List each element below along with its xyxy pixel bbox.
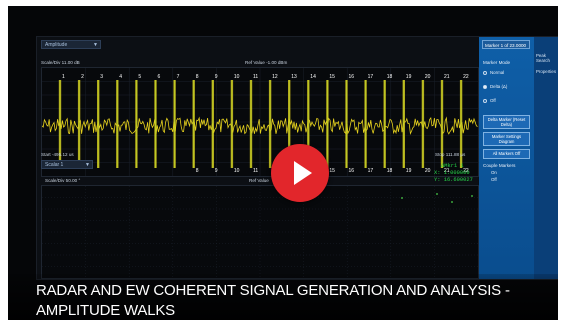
marker-number: 12 <box>272 74 278 80</box>
stop-label: Stop 111.88 µs <box>435 152 466 157</box>
pulse <box>345 80 348 168</box>
pulse <box>154 80 157 168</box>
pulse <box>364 80 367 168</box>
marker-number: 1 <box>62 74 65 80</box>
scalar-point <box>451 201 453 203</box>
scalar-plot[interactable] <box>41 185 479 279</box>
chevron-down-icon: ▼ <box>93 42 98 48</box>
radio-delta-label: Delta (Δ) <box>490 84 508 89</box>
pulse <box>402 80 405 168</box>
lower-marker-number: 15 <box>329 168 335 174</box>
play-icon <box>294 161 312 185</box>
bottom-ref-label: Ref Value <box>249 178 269 183</box>
scalar-value: Scalar 1 <box>45 162 64 168</box>
scalar-dropdown[interactable]: Scalar 1 ▼ <box>41 160 93 169</box>
radio-off-label: Off <box>490 98 496 103</box>
amplitude-plot[interactable]: 1234567891011121314151617181920212223891… <box>41 67 479 177</box>
radio-delta[interactable] <box>483 85 487 89</box>
lower-marker-number: 18 <box>387 168 393 174</box>
pulse <box>135 80 138 168</box>
top-ref-label: Ref Value -1.00 dBm <box>245 60 288 65</box>
marker-number: 7 <box>177 74 180 80</box>
video-caption: RADAR AND EW COHERENT SIGNAL GENERATION … <box>36 282 510 319</box>
marker-number: 21 <box>444 74 450 80</box>
lower-marker-number: 10 <box>234 168 240 174</box>
couple-markers-label: Couple Markers <box>483 163 516 168</box>
pulse <box>211 80 214 168</box>
all-markers-off-button[interactable]: All Markers Off <box>483 149 530 159</box>
marker-number: 18 <box>387 74 393 80</box>
marker-number: 2 <box>81 74 84 80</box>
marker-mode-label: Marker Mode <box>483 60 511 65</box>
marker-number: 11 <box>253 74 258 80</box>
couple-on-label[interactable]: On <box>491 170 497 175</box>
lower-marker-number: 16 <box>349 168 355 174</box>
marker-number: 8 <box>196 74 199 80</box>
delta-marker-button[interactable]: Delta Marker (Reset Delta) <box>483 115 530 129</box>
start-label: Start -495.12 us <box>41 152 74 157</box>
side-menu-column: Peak Search Properties <box>534 37 558 279</box>
lower-marker-number: 19 <box>406 168 412 174</box>
trace-type-dropdown[interactable]: Amplitude ▼ <box>41 40 101 49</box>
lower-marker-number: 9 <box>215 168 218 174</box>
bottom-scale-label: Scale/Div 50.00 ° <box>45 178 81 183</box>
marker-number: 19 <box>406 74 412 80</box>
marker-number: 3 <box>100 74 103 80</box>
video-frame[interactable]: Amplitude ▼ Scale/Div 11.00 dB Ref Value… <box>8 6 558 320</box>
marker-number: 13 <box>291 74 297 80</box>
pulse <box>77 80 81 168</box>
marker-number: 10 <box>234 74 240 80</box>
marker-panel: Marker 1 of 23.0000 Marker Mode Normal D… <box>479 37 558 279</box>
play-button[interactable] <box>271 144 329 202</box>
marker-number: 17 <box>368 74 374 80</box>
side-menu-properties[interactable]: Properties <box>536 69 556 74</box>
delta-marker-readout: ΔMkr1 1 <box>441 163 464 169</box>
chevron-down-icon: ▼ <box>85 162 90 168</box>
marker-number: 15 <box>329 74 335 80</box>
trace-type-value: Amplitude <box>45 42 68 48</box>
marker-selector[interactable]: Marker 1 of 23.0000 <box>482 40 530 49</box>
pulse <box>173 80 176 168</box>
top-scale-label: Scale/Div 11.00 dB <box>41 60 80 65</box>
marker-number: 6 <box>158 74 161 80</box>
scalar-plot-svg <box>42 186 478 278</box>
y-readout: Y: 16.600027 <box>434 177 473 183</box>
lower-marker-number: 8 <box>196 168 199 174</box>
marker-number: 9 <box>215 74 218 80</box>
radio-off[interactable] <box>483 99 487 103</box>
marker-number: 14 <box>310 74 316 80</box>
marker-number: 22 <box>463 74 469 80</box>
amplitude-plot-svg: 1234567891011121314151617181920212223891… <box>42 68 478 176</box>
marker-number: 4 <box>119 74 122 80</box>
lower-marker-number: 20 <box>425 168 431 174</box>
pulse <box>249 80 253 168</box>
marker-number: 16 <box>349 74 355 80</box>
lower-marker-number: 11 <box>253 168 258 174</box>
side-menu-peak-search[interactable]: Peak Search <box>536 53 558 63</box>
pulse <box>230 80 234 168</box>
couple-off-label[interactable]: Off <box>491 177 497 182</box>
marker-selector-value: Marker 1 of 23.0000 <box>485 43 527 48</box>
marker-number: 5 <box>138 74 141 80</box>
marker-settings-button[interactable]: Marker Settings Diagram <box>483 132 530 146</box>
scalar-point <box>401 197 403 199</box>
x-readout: X: 1.000000 <box>434 170 470 176</box>
lower-marker-number: 17 <box>368 168 374 174</box>
radio-normal-label: Normal <box>490 70 505 75</box>
pulse <box>116 80 119 168</box>
scalar-point <box>436 193 438 195</box>
scalar-point <box>471 195 473 197</box>
marker-number: 20 <box>425 74 431 80</box>
radio-normal[interactable] <box>483 71 487 75</box>
pulse <box>383 80 386 168</box>
pulse <box>421 80 425 168</box>
pulse <box>192 80 195 168</box>
pulse <box>97 80 100 168</box>
